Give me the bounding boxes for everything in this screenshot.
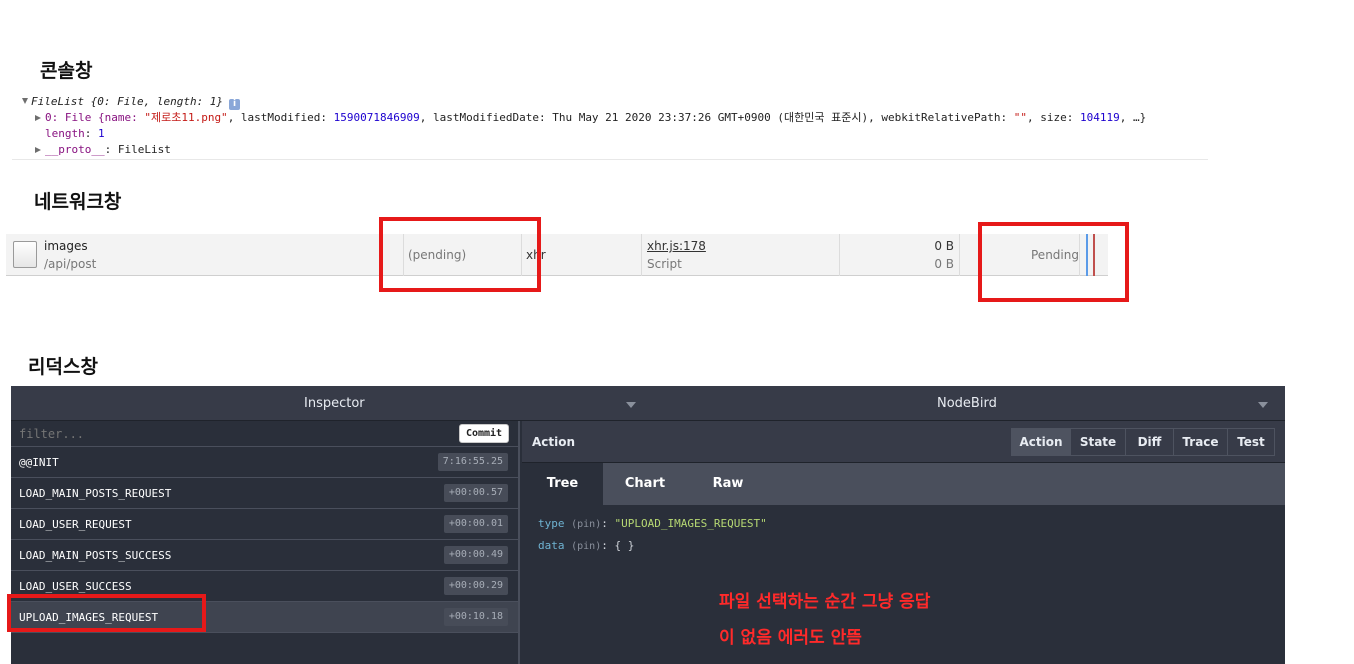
console-file-line[interactable]: 0: File {name: "제로초11.png", lastModified… xyxy=(35,110,1146,126)
view-tabs: Tree Chart Raw xyxy=(522,463,1285,505)
tab-test[interactable]: Test xyxy=(1227,428,1275,456)
action-item[interactable]: @@INIT 7:16:55.25 xyxy=(11,447,518,478)
action-time: 7:16:55.25 xyxy=(437,453,508,471)
request-path: /api/post xyxy=(44,257,97,271)
file-end: , …} xyxy=(1119,111,1147,124)
action-time: +00:00.57 xyxy=(443,484,508,502)
file-rest: , lastModifiedDate: Thu May 21 2020 23:3… xyxy=(419,111,1014,124)
expand-right-icon[interactable] xyxy=(35,115,41,121)
relative-path-value: "" xyxy=(1013,111,1028,124)
tab-state[interactable]: State xyxy=(1070,428,1126,456)
action-name: @@INIT xyxy=(19,456,59,469)
network-request-row[interactable]: images /api/post (pending) xhr xhr.js:17… xyxy=(6,234,1108,276)
action-time: +00:10.18 xyxy=(443,608,508,626)
action-detail-pane: Action Action State Diff Trace Test Tree… xyxy=(522,421,1285,664)
file-icon xyxy=(13,241,37,268)
devtools-topbar: Inspector NodeBird xyxy=(11,386,1285,421)
action-time: +00:00.49 xyxy=(443,546,508,564)
tree-key: type xyxy=(538,517,565,530)
tree-row-type[interactable]: type (pin): "UPLOAD_IMAGES_REQUEST" xyxy=(538,517,767,530)
tree-value: "UPLOAD_IMAGES_REQUEST" xyxy=(614,517,767,530)
console-output: FileList {0: File, length: 1} i 0: File {… xyxy=(12,94,1208,160)
content-size: 0 B xyxy=(934,257,954,271)
action-name: LOAD_USER_SUCCESS xyxy=(19,580,132,593)
highlight-box-action xyxy=(7,594,206,632)
initiator-type: Script xyxy=(647,257,682,271)
action-item[interactable]: LOAD_USER_REQUEST +00:00.01 xyxy=(11,509,518,540)
tree-key: data xyxy=(538,539,565,552)
action-time: +00:00.01 xyxy=(443,515,508,533)
console-length-line: length: 1 xyxy=(45,127,105,140)
info-icon[interactable]: i xyxy=(229,99,241,110)
action-item[interactable]: LOAD_MAIN_POSTS_REQUEST +00:00.57 xyxy=(11,478,518,509)
annotation-line-1: 파일 선택하는 순간 그냥 응답 xyxy=(719,592,931,612)
tree-value: { } xyxy=(614,539,635,552)
action-name: LOAD_USER_REQUEST xyxy=(19,518,132,531)
redux-heading: 리덕스창 xyxy=(28,356,98,378)
console-proto-line[interactable]: __proto__: FileList xyxy=(35,142,171,158)
console-heading: 콘솔창 xyxy=(40,60,93,82)
filter-input[interactable] xyxy=(19,427,439,441)
detail-header: Action Action State Diff Trace Test xyxy=(522,421,1285,463)
file-name-value: "제로초11.png" xyxy=(144,111,228,124)
transfer-size: 0 B xyxy=(934,239,954,253)
expand-down-icon[interactable] xyxy=(22,98,28,104)
pin-button[interactable]: (pin) xyxy=(571,541,601,552)
file-sep: , lastModified: xyxy=(227,111,334,124)
console-filelist-line[interactable]: FileList {0: File, length: 1} i xyxy=(22,94,241,110)
proto-value: : FileList xyxy=(104,143,171,156)
last-modified-value: 1590071846909 xyxy=(333,111,420,124)
chevron-down-icon[interactable] xyxy=(1258,402,1268,408)
proto-key: __proto__ xyxy=(45,143,105,156)
expand-right-icon[interactable] xyxy=(35,147,41,153)
size-value: 104119 xyxy=(1080,111,1120,124)
tab-raw[interactable]: Raw xyxy=(687,463,769,505)
tab-chart[interactable]: Chart xyxy=(603,463,687,505)
commit-button[interactable]: Commit xyxy=(459,424,509,443)
action-time: +00:00.29 xyxy=(443,577,508,595)
action-name: LOAD_MAIN_POSTS_SUCCESS xyxy=(19,549,172,562)
length-value: 1 xyxy=(98,127,105,140)
instance-select[interactable]: NodeBird xyxy=(937,396,997,411)
tree-row-data[interactable]: data (pin): { } xyxy=(538,539,634,552)
size-label: , size: xyxy=(1027,111,1081,124)
highlight-box-status xyxy=(379,217,541,292)
annotation-line-2: 이 없음 에러도 안뜸 xyxy=(719,628,862,648)
tab-action[interactable]: Action xyxy=(1011,428,1071,456)
file-key: 0: File {name: xyxy=(45,111,145,124)
filter-row: Commit xyxy=(11,421,518,447)
network-heading: 네트워크창 xyxy=(34,191,122,213)
tab-diff[interactable]: Diff xyxy=(1125,428,1174,456)
highlight-box-time xyxy=(978,222,1129,302)
tab-trace[interactable]: Trace xyxy=(1173,428,1228,456)
length-key: length xyxy=(45,127,85,140)
request-name[interactable]: images xyxy=(44,239,88,253)
action-name: LOAD_MAIN_POSTS_REQUEST xyxy=(19,487,172,500)
panel-title: Action xyxy=(532,435,576,449)
initiator-link[interactable]: xhr.js:178 xyxy=(647,239,706,253)
tab-tree[interactable]: Tree xyxy=(522,463,603,505)
pin-button[interactable]: (pin) xyxy=(571,519,601,530)
chevron-down-icon[interactable] xyxy=(626,402,636,408)
action-item[interactable]: LOAD_MAIN_POSTS_SUCCESS +00:00.49 xyxy=(11,540,518,571)
filelist-summary: FileList {0: File, length: 1} xyxy=(31,95,224,108)
monitor-select[interactable]: Inspector xyxy=(304,396,365,411)
